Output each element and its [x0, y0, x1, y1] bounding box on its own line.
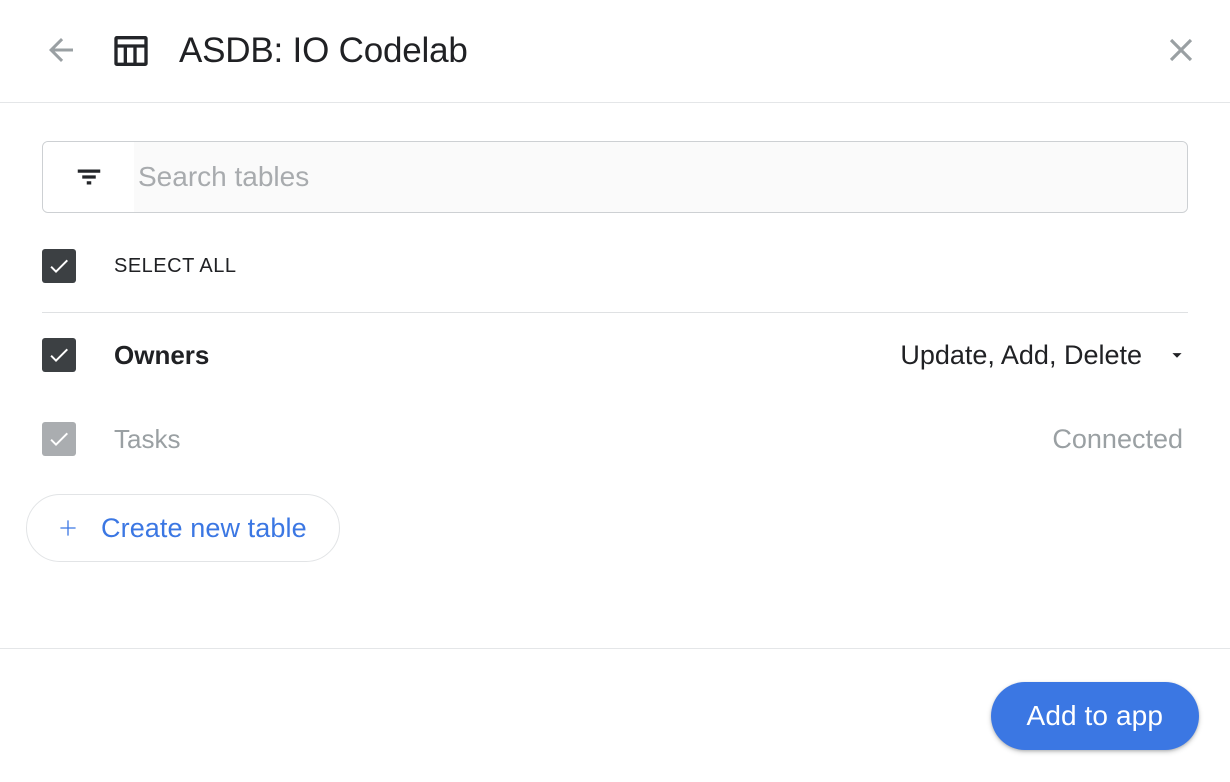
dialog-header: ASDB: IO Codelab — [0, 0, 1230, 103]
add-tables-dialog: ASDB: IO Codelab Search tables SELECT AL… — [0, 0, 1230, 782]
table-name-owners: Owners — [114, 339, 210, 370]
arrow-left-icon — [43, 32, 79, 71]
page-title: ASDB: IO Codelab — [179, 31, 468, 70]
dialog-body: SELECT ALL Owners Update, Add, Delete — [0, 103, 1230, 648]
chevron-down-icon — [1166, 344, 1188, 366]
close-button[interactable] — [1158, 28, 1204, 74]
add-to-app-button[interactable]: Add to app — [990, 681, 1199, 750]
table-checkbox-owners[interactable] — [42, 338, 76, 372]
select-all-row[interactable]: SELECT ALL — [42, 237, 1188, 295]
status-badge: Connected — [1052, 423, 1183, 454]
table-checkbox-tasks — [42, 422, 76, 456]
back-button[interactable] — [38, 28, 84, 74]
select-all-checkbox[interactable] — [42, 249, 76, 283]
permissions-dropdown-owners[interactable]: Update, Add, Delete — [900, 340, 1188, 371]
close-icon — [1162, 31, 1200, 72]
select-all-label[interactable]: SELECT ALL — [114, 255, 236, 278]
create-new-table-label: Create new table — [101, 512, 307, 543]
create-new-table-button[interactable]: Create new table — [26, 494, 340, 562]
table-row: Tasks Connected — [42, 397, 1188, 481]
search-tables-field[interactable] — [42, 141, 1188, 213]
table-icon — [108, 28, 154, 74]
filter-list-icon — [43, 142, 134, 212]
plus-icon — [55, 515, 81, 541]
dialog-footer: Add to app — [0, 648, 1230, 782]
permissions-label: Update, Add, Delete — [900, 339, 1142, 370]
table-name-tasks: Tasks — [114, 423, 181, 454]
search-input[interactable] — [134, 142, 1187, 212]
table-row[interactable]: Owners Update, Add, Delete — [42, 313, 1188, 397]
